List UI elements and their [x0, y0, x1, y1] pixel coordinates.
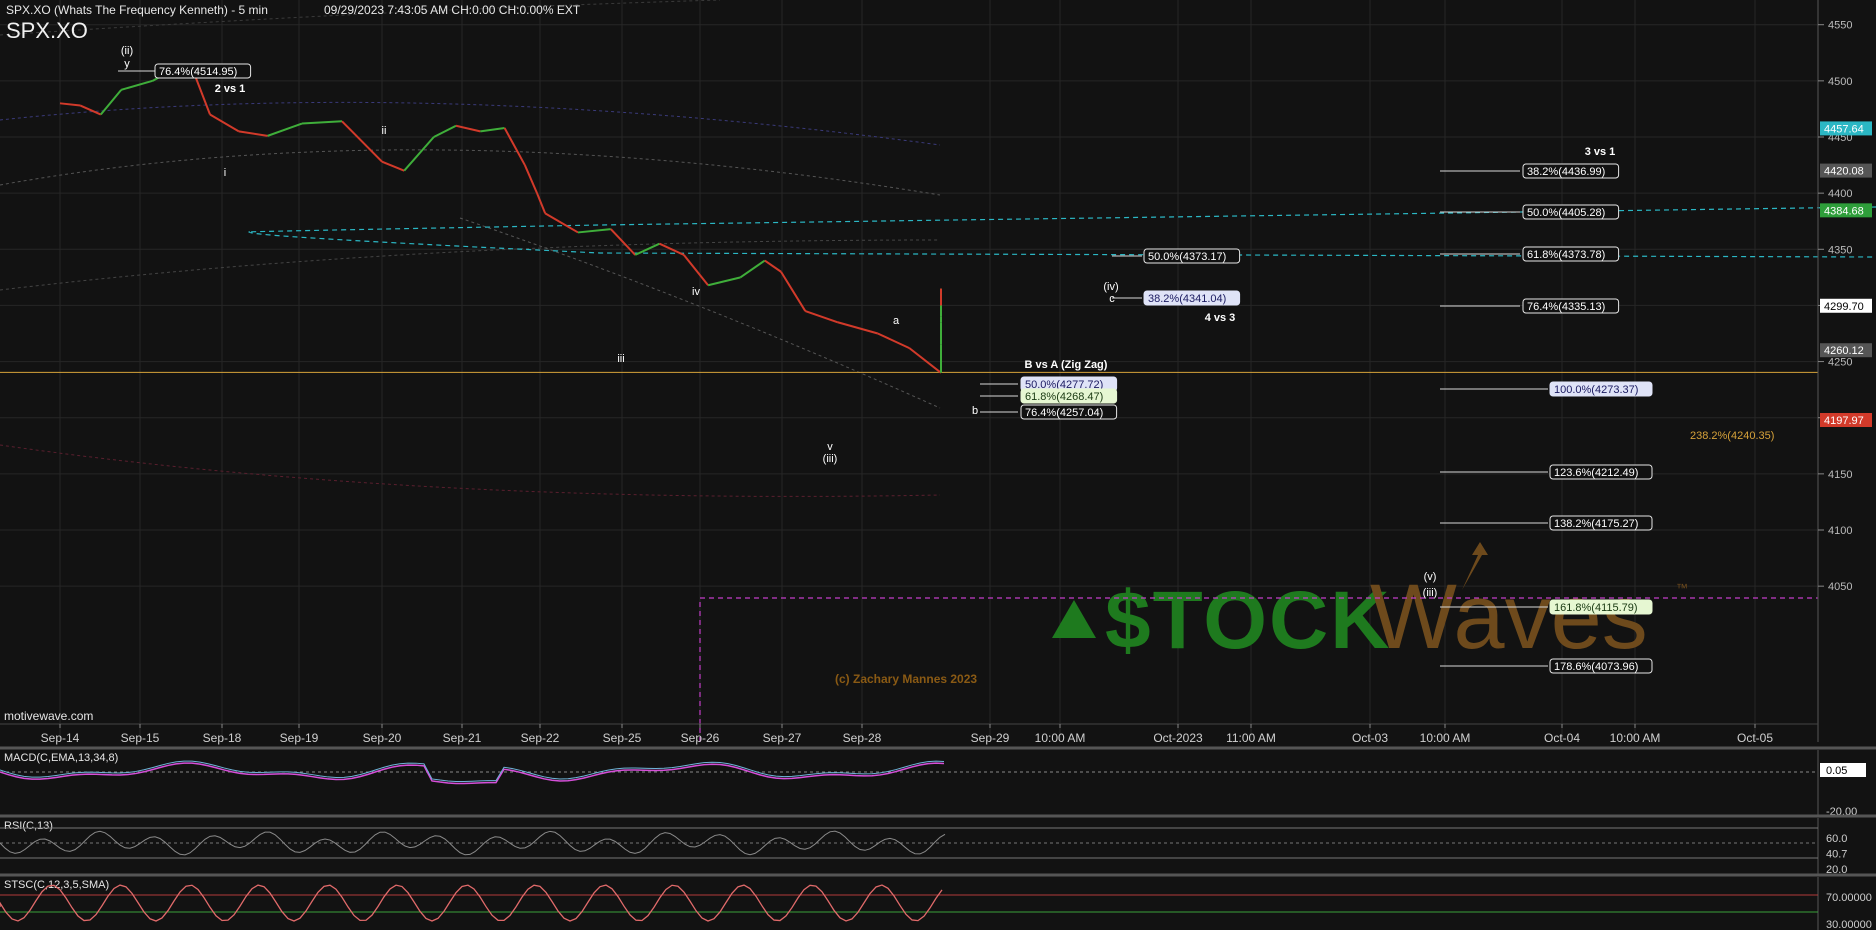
price-tick-label: 4100: [1828, 525, 1852, 537]
time-tick-label: Sep-21: [443, 731, 482, 745]
brand-label[interactable]: motivewave.com: [4, 709, 93, 723]
fib-label: 38.2%(4436.99): [1527, 166, 1605, 178]
price-tick-label: 4250: [1828, 357, 1852, 369]
wave-label: (v): [1424, 571, 1437, 583]
wave-label: y: [124, 58, 130, 70]
time-tick-label: Sep-14: [41, 731, 80, 745]
fib-label: 61.8%(4268.47): [1025, 391, 1103, 403]
symbol-label: SPX.XO: [6, 18, 88, 43]
time-tick-label: Sep-22: [521, 731, 560, 745]
wave-label: iv: [692, 286, 700, 298]
wave-label: 3 vs 1: [1585, 146, 1616, 158]
time-tick-label: Sep-28: [843, 731, 882, 745]
fib-label: 138.2%(4175.27): [1554, 518, 1638, 530]
price-tick-label: 4150: [1828, 469, 1852, 481]
time-tick-label: 11:00 AM: [1226, 731, 1276, 745]
time-tick-label: Oct-04: [1544, 731, 1580, 745]
price-tick-label: 4550: [1828, 20, 1852, 32]
time-tick-label: Sep-25: [603, 731, 642, 745]
price-axis-badge-label: 4420.08: [1824, 166, 1864, 178]
indicator-name: RSI(C,13): [4, 820, 53, 832]
fib-label: 76.4%(4335.13): [1527, 301, 1605, 313]
time-tick-label: Sep-19: [280, 731, 319, 745]
fib-label: 61.8%(4373.78): [1527, 249, 1605, 261]
chart-title: SPX.XO (Whats The Frequency Kenneth) - 5…: [6, 3, 268, 17]
time-tick-label: Sep-15: [121, 731, 160, 745]
price-axis-badge-label: 4299.70: [1824, 301, 1864, 313]
time-tick-label: Oct-03: [1352, 731, 1388, 745]
time-tick-label: Sep-29: [971, 731, 1010, 745]
fib-label: 50.0%(4405.28): [1527, 207, 1605, 219]
time-tick-label: 10:00 AM: [1035, 731, 1086, 745]
price-tick-label: 4050: [1828, 581, 1852, 593]
indicator-axis-label: 30.00000: [1826, 919, 1872, 930]
wave-label: (iii): [1423, 587, 1438, 599]
price-axis-badge-label: 4457.64: [1824, 123, 1864, 135]
price-tick-label: 4400: [1828, 188, 1852, 200]
chart-stage[interactable]: $TOCK Waves ™ 76.4%(4514.95) 38.2%(4436.99) 5…: [0, 0, 1876, 930]
wave-label: (ii): [121, 45, 133, 57]
indicator-pane: [0, 877, 1876, 930]
price-axis-badge-label: 4197.97: [1824, 415, 1864, 427]
wave-label: a: [893, 315, 900, 327]
price-axis-badge-label: 4260.12: [1824, 345, 1864, 357]
wave-label: i: [224, 167, 226, 179]
fib-label: 76.4%(4514.95): [159, 66, 237, 78]
price-chart[interactable]: $TOCKWaves ™ 76.4%(4514.95) 38.2%(4436.99) 5…: [0, 0, 1876, 930]
wave-label: 2 vs 1: [215, 83, 246, 95]
wave-label: v: [827, 441, 833, 453]
price-tick-label: 4500: [1828, 76, 1852, 88]
price-axis-badge-label: 4384.68: [1824, 205, 1864, 217]
price-tick-label: 4350: [1828, 244, 1852, 256]
fib-label: 100.0%(4273.37): [1554, 384, 1638, 396]
time-tick-label: Sep-18: [203, 731, 242, 745]
indicator-name: STSC(C,12,3,5,SMA): [4, 879, 109, 891]
indicator-axis-label: 0.05: [1826, 765, 1847, 777]
indicator-pane: [0, 750, 1876, 817]
watermark-left-text: $TOCK: [1105, 575, 1391, 666]
fib-label: 123.6%(4212.49): [1554, 467, 1638, 479]
wave-label: b: [972, 405, 978, 417]
fib-label: 178.6%(4073.96): [1554, 661, 1638, 673]
indicator-axis-label: 70.00000: [1826, 892, 1872, 904]
watermark-tm-text: ™: [1676, 581, 1688, 595]
watermark-right-text: Waves: [1370, 566, 1648, 668]
indicator-axis-label: 40.7: [1826, 849, 1847, 861]
time-tick-label: 10:00 AM: [1420, 731, 1471, 745]
time-tick-label: Sep-27: [763, 731, 802, 745]
wave-label: (iii): [823, 453, 838, 465]
wave-label: (iv): [1103, 281, 1118, 293]
wave-label: c: [1109, 293, 1115, 305]
wave-label: iii: [617, 353, 624, 365]
indicator-pane: [0, 818, 1876, 875]
time-tick-label: Oct-05: [1737, 731, 1773, 745]
time-tick-label: Sep-26: [681, 731, 720, 745]
fib-label: 238.2%(4240.35): [1690, 430, 1774, 442]
indicator-name: MACD(C,EMA,13,34,8): [4, 752, 118, 764]
copyright-label: (c) Zachary Mannes 2023: [835, 672, 978, 686]
time-tick-label: Oct-2023: [1153, 731, 1203, 745]
chart-info: 09/29/2023 7:43:05 AM CH:0.00 CH:0.00% E…: [324, 3, 581, 17]
indicator-axis-label: 60.0: [1826, 833, 1847, 845]
wave-label: B vs A (Zig Zag): [1025, 359, 1108, 371]
wave-label: ii: [382, 125, 387, 137]
fib-label: 161.8%(4115.79): [1554, 602, 1638, 614]
fib-label: 76.4%(4257.04): [1025, 407, 1103, 419]
time-tick-label: Sep-20: [363, 731, 402, 745]
wave-label: 4 vs 3: [1205, 312, 1236, 324]
fib-label: 50.0%(4373.17): [1148, 251, 1226, 263]
time-tick-label: 10:00 AM: [1610, 731, 1661, 745]
fib-label: 38.2%(4341.04): [1148, 293, 1226, 305]
